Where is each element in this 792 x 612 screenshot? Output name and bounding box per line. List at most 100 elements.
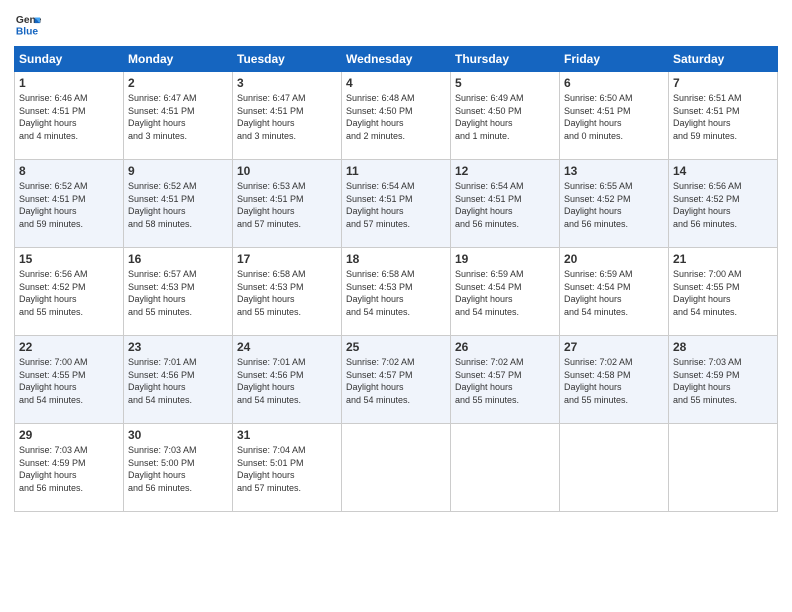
day-info: Sunrise: 6:54 AMSunset: 4:51 PMDaylight … <box>455 180 555 230</box>
day-info: Sunrise: 7:03 AMSunset: 4:59 PMDaylight … <box>673 356 773 406</box>
day-number: 17 <box>237 252 337 266</box>
col-header-friday: Friday <box>560 47 669 72</box>
day-cell: 24 Sunrise: 7:01 AMSunset: 4:56 PMDayligh… <box>233 336 342 424</box>
day-info: Sunrise: 6:47 AMSunset: 4:51 PMDaylight … <box>237 92 337 142</box>
header: General Blue <box>14 10 778 38</box>
day-number: 1 <box>19 76 119 90</box>
day-number: 19 <box>455 252 555 266</box>
day-info: Sunrise: 7:00 AMSunset: 4:55 PMDaylight … <box>19 356 119 406</box>
day-number: 4 <box>346 76 446 90</box>
day-info: Sunrise: 7:02 AMSunset: 4:57 PMDaylight … <box>346 356 446 406</box>
day-info: Sunrise: 6:49 AMSunset: 4:50 PMDaylight … <box>455 92 555 142</box>
day-info: Sunrise: 7:04 AMSunset: 5:01 PMDaylight … <box>237 444 337 494</box>
day-cell: 4 Sunrise: 6:48 AMSunset: 4:50 PMDaylight… <box>342 72 451 160</box>
day-info: Sunrise: 6:57 AMSunset: 4:53 PMDaylight … <box>128 268 228 318</box>
day-info: Sunrise: 6:53 AMSunset: 4:51 PMDaylight … <box>237 180 337 230</box>
day-cell: 14 Sunrise: 6:56 AMSunset: 4:52 PMDayligh… <box>669 160 778 248</box>
day-cell: 12 Sunrise: 6:54 AMSunset: 4:51 PMDayligh… <box>451 160 560 248</box>
day-number: 20 <box>564 252 664 266</box>
day-cell: 25 Sunrise: 7:02 AMSunset: 4:57 PMDayligh… <box>342 336 451 424</box>
day-info: Sunrise: 6:47 AMSunset: 4:51 PMDaylight … <box>128 92 228 142</box>
day-number: 26 <box>455 340 555 354</box>
day-number: 23 <box>128 340 228 354</box>
day-info: Sunrise: 7:03 AMSunset: 5:00 PMDaylight … <box>128 444 228 494</box>
day-info: Sunrise: 6:48 AMSunset: 4:50 PMDaylight … <box>346 92 446 142</box>
day-cell <box>669 424 778 512</box>
day-info: Sunrise: 6:55 AMSunset: 4:52 PMDaylight … <box>564 180 664 230</box>
day-number: 18 <box>346 252 446 266</box>
day-number: 27 <box>564 340 664 354</box>
day-number: 5 <box>455 76 555 90</box>
day-cell: 8 Sunrise: 6:52 AMSunset: 4:51 PMDaylight… <box>15 160 124 248</box>
day-cell: 10Sunrise: 6:53 AMSunset: 4:51 PMDayligh… <box>233 160 342 248</box>
day-number: 7 <box>673 76 773 90</box>
day-number: 14 <box>673 164 773 178</box>
col-header-sunday: Sunday <box>15 47 124 72</box>
day-cell: 3 Sunrise: 6:47 AMSunset: 4:51 PMDaylight… <box>233 72 342 160</box>
logo-icon: General Blue <box>14 10 42 38</box>
week-row-4: 22 Sunrise: 7:00 AMSunset: 4:55 PMDayligh… <box>15 336 778 424</box>
day-cell: 21 Sunrise: 7:00 AMSunset: 4:55 PMDayligh… <box>669 248 778 336</box>
week-row-5: 29Sunrise: 7:03 AMSunset: 4:59 PMDayligh… <box>15 424 778 512</box>
day-number: 22 <box>19 340 119 354</box>
logo: General Blue <box>14 10 46 38</box>
day-number: 12 <box>455 164 555 178</box>
week-row-1: 1 Sunrise: 6:46 AMSunset: 4:51 PMDaylight… <box>15 72 778 160</box>
day-info: Sunrise: 6:52 AMSunset: 4:51 PMDaylight … <box>128 180 228 230</box>
day-number: 2 <box>128 76 228 90</box>
day-number: 15 <box>19 252 119 266</box>
day-cell: 11 Sunrise: 6:54 AMSunset: 4:51 PMDayligh… <box>342 160 451 248</box>
day-cell: 6Sunrise: 6:50 AMSunset: 4:51 PMDaylight… <box>560 72 669 160</box>
day-number: 21 <box>673 252 773 266</box>
day-info: Sunrise: 6:52 AMSunset: 4:51 PMDaylight … <box>19 180 119 230</box>
day-cell: 27Sunrise: 7:02 AMSunset: 4:58 PMDayligh… <box>560 336 669 424</box>
day-cell: 16 Sunrise: 6:57 AMSunset: 4:53 PMDayligh… <box>124 248 233 336</box>
day-cell: 18 Sunrise: 6:58 AMSunset: 4:53 PMDayligh… <box>342 248 451 336</box>
day-number: 24 <box>237 340 337 354</box>
day-cell: 9 Sunrise: 6:52 AMSunset: 4:51 PMDaylight… <box>124 160 233 248</box>
day-info: Sunrise: 7:02 AMSunset: 4:57 PMDaylight … <box>455 356 555 406</box>
day-cell: 1 Sunrise: 6:46 AMSunset: 4:51 PMDaylight… <box>15 72 124 160</box>
day-number: 9 <box>128 164 228 178</box>
day-info: Sunrise: 6:54 AMSunset: 4:51 PMDaylight … <box>346 180 446 230</box>
day-info: Sunrise: 7:00 AMSunset: 4:55 PMDaylight … <box>673 268 773 318</box>
day-cell: 17Sunrise: 6:58 AMSunset: 4:53 PMDayligh… <box>233 248 342 336</box>
day-cell: 30 Sunrise: 7:03 AMSunset: 5:00 PMDayligh… <box>124 424 233 512</box>
day-cell: 19 Sunrise: 6:59 AMSunset: 4:54 PMDayligh… <box>451 248 560 336</box>
day-cell: 7 Sunrise: 6:51 AMSunset: 4:51 PMDaylight… <box>669 72 778 160</box>
col-header-wednesday: Wednesday <box>342 47 451 72</box>
day-number: 30 <box>128 428 228 442</box>
day-info: Sunrise: 7:01 AMSunset: 4:56 PMDaylight … <box>237 356 337 406</box>
day-number: 25 <box>346 340 446 354</box>
day-cell: 31 Sunrise: 7:04 AMSunset: 5:01 PMDayligh… <box>233 424 342 512</box>
day-cell <box>342 424 451 512</box>
day-number: 16 <box>128 252 228 266</box>
day-info: Sunrise: 6:58 AMSunset: 4:53 PMDaylight … <box>346 268 446 318</box>
calendar-container: General Blue SundayMondayTuesdayWednesda… <box>0 0 792 522</box>
day-number: 11 <box>346 164 446 178</box>
day-info: Sunrise: 6:50 AMSunset: 4:51 PMDaylight … <box>564 92 664 142</box>
day-info: Sunrise: 6:59 AMSunset: 4:54 PMDaylight … <box>564 268 664 318</box>
week-row-2: 8 Sunrise: 6:52 AMSunset: 4:51 PMDaylight… <box>15 160 778 248</box>
day-info: Sunrise: 6:51 AMSunset: 4:51 PMDaylight … <box>673 92 773 142</box>
day-info: Sunrise: 6:56 AMSunset: 4:52 PMDaylight … <box>19 268 119 318</box>
day-number: 8 <box>19 164 119 178</box>
day-cell: 2 Sunrise: 6:47 AMSunset: 4:51 PMDaylight… <box>124 72 233 160</box>
day-info: Sunrise: 7:03 AMSunset: 4:59 PMDaylight … <box>19 444 119 494</box>
day-number: 3 <box>237 76 337 90</box>
day-cell: 15 Sunrise: 6:56 AMSunset: 4:52 PMDayligh… <box>15 248 124 336</box>
day-cell: 29Sunrise: 7:03 AMSunset: 4:59 PMDayligh… <box>15 424 124 512</box>
svg-text:Blue: Blue <box>16 26 39 37</box>
day-cell: 13 Sunrise: 6:55 AMSunset: 4:52 PMDayligh… <box>560 160 669 248</box>
calendar-table: SundayMondayTuesdayWednesdayThursdayFrid… <box>14 46 778 512</box>
day-info: Sunrise: 6:56 AMSunset: 4:52 PMDaylight … <box>673 180 773 230</box>
day-number: 31 <box>237 428 337 442</box>
col-header-tuesday: Tuesday <box>233 47 342 72</box>
day-cell: 26 Sunrise: 7:02 AMSunset: 4:57 PMDayligh… <box>451 336 560 424</box>
col-header-saturday: Saturday <box>669 47 778 72</box>
week-row-3: 15 Sunrise: 6:56 AMSunset: 4:52 PMDayligh… <box>15 248 778 336</box>
day-info: Sunrise: 6:46 AMSunset: 4:51 PMDaylight … <box>19 92 119 142</box>
day-number: 13 <box>564 164 664 178</box>
day-cell: 28Sunrise: 7:03 AMSunset: 4:59 PMDayligh… <box>669 336 778 424</box>
day-info: Sunrise: 6:59 AMSunset: 4:54 PMDaylight … <box>455 268 555 318</box>
